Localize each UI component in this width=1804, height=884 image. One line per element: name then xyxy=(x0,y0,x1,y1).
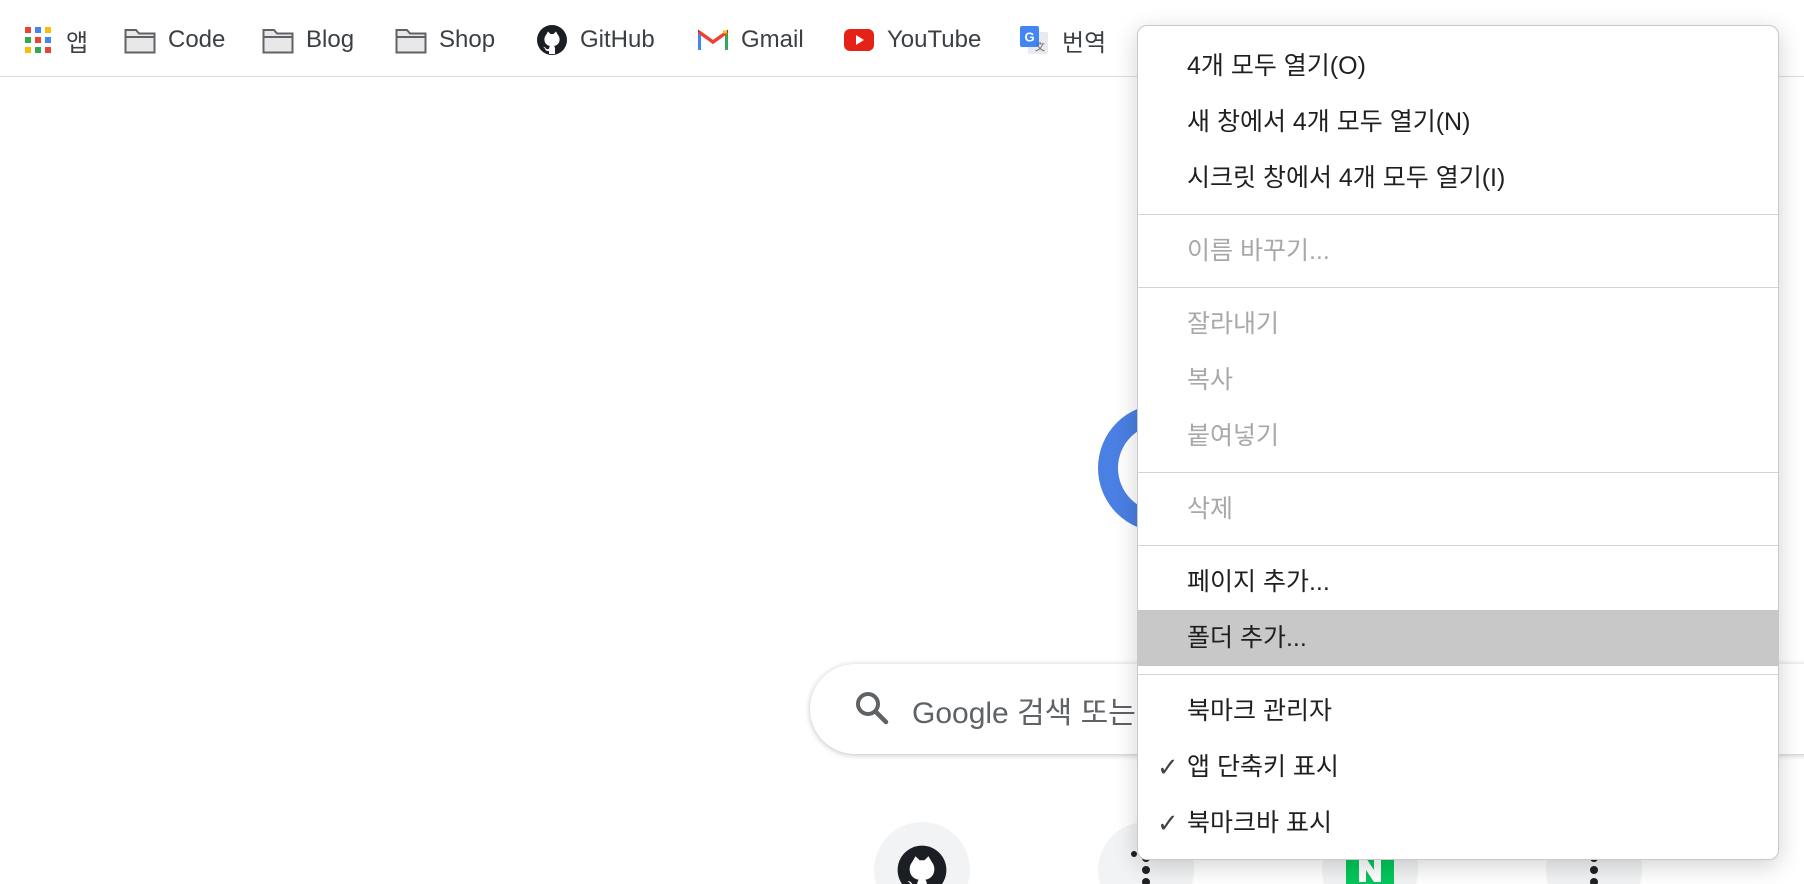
menu-item-label: 삭제 xyxy=(1187,495,1234,523)
menu-item-label: 북마크바 표시 xyxy=(1187,809,1332,837)
bookmark-gmail[interactable]: Gmail xyxy=(697,18,804,62)
menu-item-label: 4개 모두 열기(O) xyxy=(1187,52,1366,80)
bookmark-label: 번역 xyxy=(1062,29,1107,57)
github-icon xyxy=(896,844,948,884)
bookmark-youtube[interactable]: YouTube xyxy=(843,18,981,62)
bookmark-translate[interactable]: G 文 번역 xyxy=(1018,18,1106,62)
menu-item-add-page[interactable]: 페이지 추가... xyxy=(1138,554,1778,610)
menu-item-open-all-incognito[interactable]: 시크릿 창에서 4개 모두 열기(I) xyxy=(1138,150,1778,206)
menu-item-delete: 삭제 xyxy=(1138,481,1778,537)
bookmark-label: 앱 xyxy=(66,29,89,57)
bookmark-label: YouTube xyxy=(887,26,982,53)
bookmark-apps[interactable]: 앱 xyxy=(22,18,88,62)
search-icon xyxy=(852,688,892,728)
menu-item-show-bookmarks-bar[interactable]: ✓ 북마크바 표시 xyxy=(1138,795,1778,851)
youtube-icon xyxy=(843,24,875,56)
menu-item-show-apps-shortcut[interactable]: ✓ 앱 단축키 표시 xyxy=(1138,739,1778,795)
menu-item-label: 페이지 추가... xyxy=(1187,568,1330,596)
menu-item-paste: 붙여넣기 xyxy=(1138,408,1778,464)
menu-separator xyxy=(1138,472,1778,473)
menu-item-label: 붙여넣기 xyxy=(1187,422,1280,450)
menu-item-open-all-new-window[interactable]: 새 창에서 4개 모두 열기(N) xyxy=(1138,94,1778,150)
menu-item-label: 이름 바꾸기... xyxy=(1187,237,1330,265)
bookmark-folder-code[interactable]: Code xyxy=(124,18,225,62)
bookmark-folder-blog[interactable]: Blog xyxy=(262,18,354,62)
google-translate-icon: G 文 xyxy=(1018,24,1050,56)
bookmark-label: GitHub xyxy=(580,26,655,53)
menu-item-label: 새 창에서 4개 모두 열기(N) xyxy=(1187,108,1471,136)
menu-item-add-folder[interactable]: 폴더 추가... xyxy=(1138,610,1778,666)
svg-text:G: G xyxy=(1024,30,1034,45)
checkmark-icon: ✓ xyxy=(1157,752,1179,782)
bookmark-label: Blog xyxy=(306,26,355,53)
bookmark-label: Code xyxy=(168,26,226,53)
menu-item-label: 북마크 관리자 xyxy=(1187,697,1332,725)
bookmark-label: Shop xyxy=(439,26,496,53)
menu-separator xyxy=(1138,545,1778,546)
menu-item-label: 폴더 추가... xyxy=(1187,624,1307,652)
menu-separator xyxy=(1138,287,1778,288)
menu-item-label: 시크릿 창에서 4개 모두 열기(I) xyxy=(1187,164,1506,192)
bookmark-label: Gmail xyxy=(741,26,804,53)
menu-item-open-all[interactable]: 4개 모두 열기(O) xyxy=(1138,38,1778,94)
search-placeholder: Google 검색 또는 xyxy=(912,697,1136,730)
folder-icon xyxy=(395,24,427,56)
menu-separator xyxy=(1138,674,1778,675)
svg-text:文: 文 xyxy=(1035,41,1045,54)
checkmark-icon: ✓ xyxy=(1157,808,1179,838)
gmail-icon xyxy=(697,24,729,56)
folder-icon xyxy=(124,24,156,56)
menu-item-label: 복사 xyxy=(1187,366,1234,394)
bookmark-github[interactable]: GitHub xyxy=(536,18,655,62)
menu-item-bookmark-manager[interactable]: 북마크 관리자 xyxy=(1138,683,1778,739)
menu-item-cut: 잘라내기 xyxy=(1138,296,1778,352)
browser-page: 앱 Code Blog Shop GitHub Gmail YouTube G … xyxy=(0,0,1804,884)
menu-item-label: 잘라내기 xyxy=(1187,310,1280,338)
shortcut-github[interactable] xyxy=(874,822,970,884)
menu-separator xyxy=(1138,214,1778,215)
folder-icon xyxy=(262,24,294,56)
apps-grid-icon xyxy=(22,24,54,56)
github-icon xyxy=(536,24,568,56)
menu-item-rename: 이름 바꾸기... xyxy=(1138,223,1778,279)
bookmark-context-menu: 4개 모두 열기(O) 새 창에서 4개 모두 열기(N) 시크릿 창에서 4개… xyxy=(1137,25,1779,860)
menu-item-copy: 복사 xyxy=(1138,352,1778,408)
bookmark-folder-shop[interactable]: Shop xyxy=(395,18,495,62)
menu-item-label: 앱 단축키 표시 xyxy=(1187,753,1339,781)
